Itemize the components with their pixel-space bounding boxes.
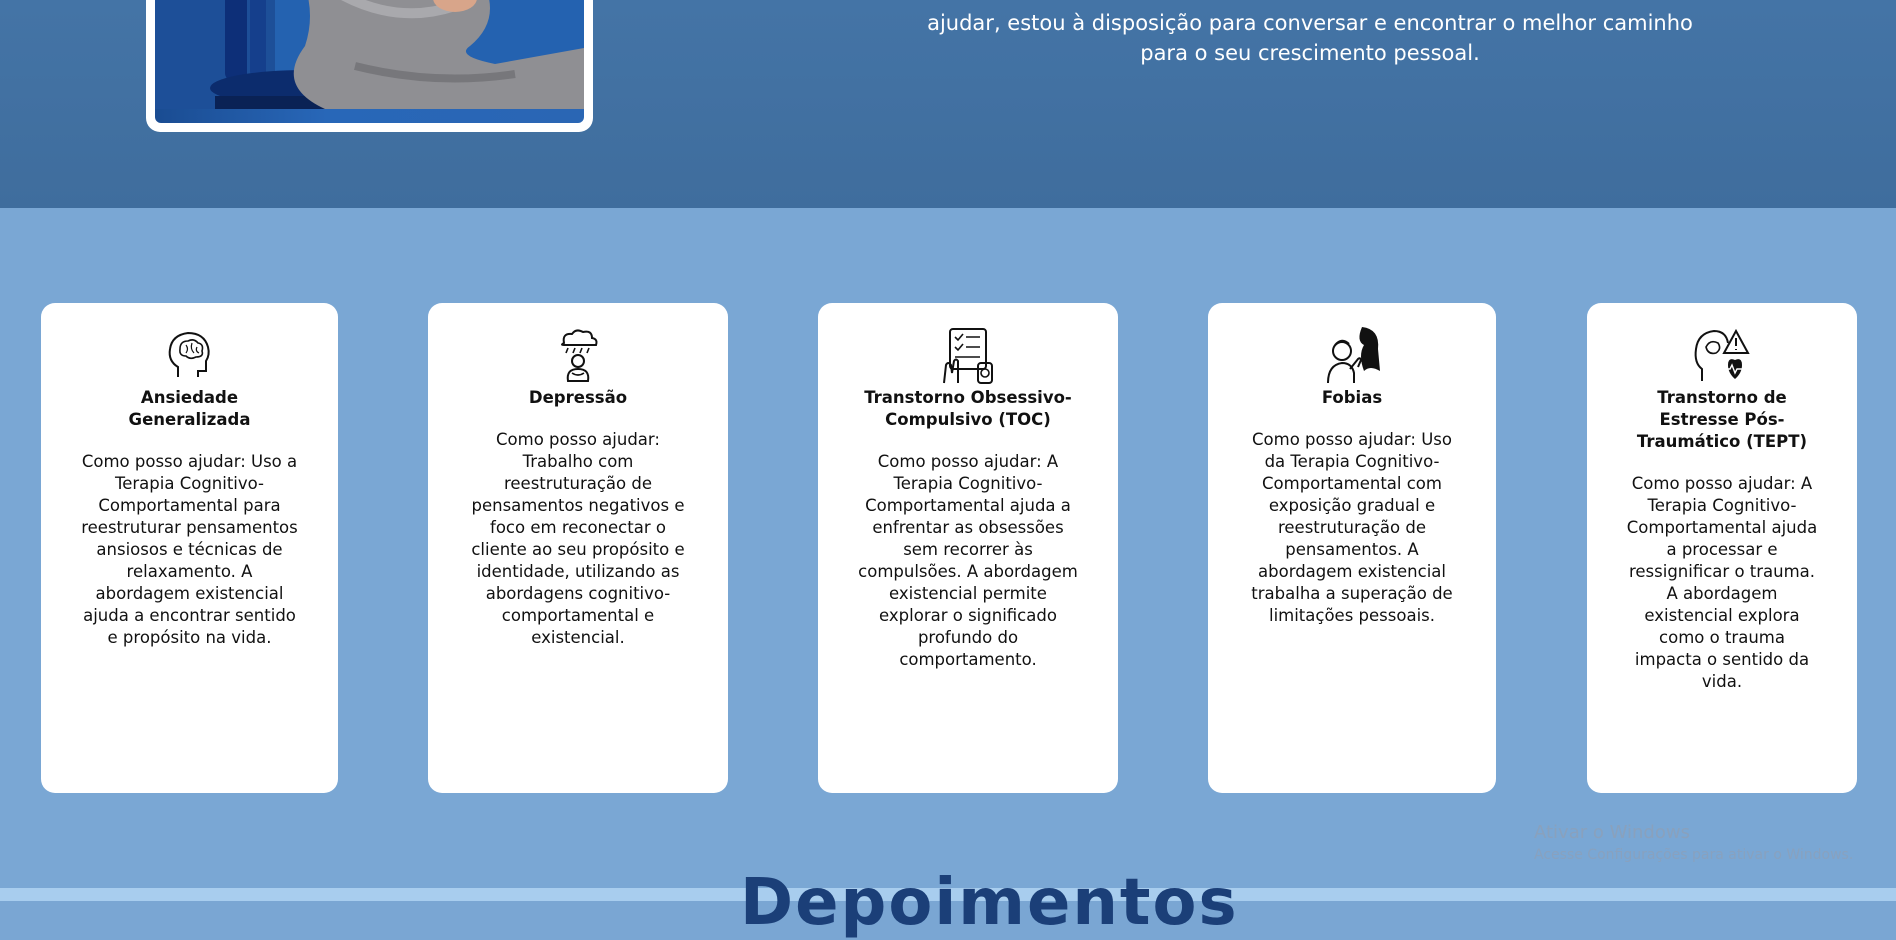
brain-head-icon bbox=[168, 331, 210, 377]
seated-person-illustration bbox=[155, 0, 584, 109]
card-title: Ansiedade Generalizada bbox=[128, 388, 251, 429]
card-body: Como posso ajudar: Uso da Terapia Cognit… bbox=[1251, 430, 1453, 625]
profile-photo-frame bbox=[146, 0, 593, 132]
card-title: Fobias bbox=[1321, 388, 1383, 407]
card-title: Transtorno Obsessivo-Compulsivo (TOC) bbox=[864, 388, 1072, 429]
card-toc: Transtorno Obsessivo-Compulsivo (TOC) Co… bbox=[818, 303, 1118, 793]
card-ansiedade: Ansiedade Generalizada Como posso ajudar… bbox=[41, 303, 338, 793]
card-body: Como posso ajudar: Uso a Terapia Cogniti… bbox=[81, 452, 298, 647]
sad-person-rain-cloud-icon bbox=[561, 329, 598, 382]
card-tept: Transtorno de Estresse Pós-Traumático (T… bbox=[1587, 303, 1857, 793]
next-section-title: Depoimentos bbox=[740, 866, 1239, 940]
card-title: Transtorno de Estresse Pós-Traumático (T… bbox=[1636, 388, 1808, 451]
frightened-person-icon bbox=[1327, 327, 1380, 384]
card-body: Como posso ajudar: A Terapia Cognitivo-C… bbox=[858, 452, 1078, 669]
hero-section: ajudar, estou à disposição para conversa… bbox=[0, 0, 1896, 208]
card-body: Como posso ajudar: A Terapia Cognitivo-C… bbox=[1626, 474, 1818, 691]
card-fobias: Fobias Como posso ajudar: Uso da Terapia… bbox=[1208, 303, 1496, 793]
head-warning-heartbeat-icon bbox=[1694, 328, 1750, 381]
profile-photo bbox=[155, 0, 584, 123]
card-body: Como posso ajudar: Trabalho com reestrut… bbox=[471, 430, 685, 647]
hero-intro-text: ajudar, estou à disposição para conversa… bbox=[927, 11, 1693, 65]
windows-activation-watermark: Ativar o Windows Acesse Configurações pa… bbox=[1534, 822, 1853, 863]
checklist-handwash-icon bbox=[943, 328, 993, 384]
watermark-title: Ativar o Windows bbox=[1534, 822, 1690, 843]
card-depressao: Depressão Como posso ajudar: Trabalho co… bbox=[428, 303, 728, 793]
watermark-subtitle: Acesse Configurações para ativar o Windo… bbox=[1534, 847, 1854, 863]
card-title: Depressão bbox=[528, 388, 628, 407]
